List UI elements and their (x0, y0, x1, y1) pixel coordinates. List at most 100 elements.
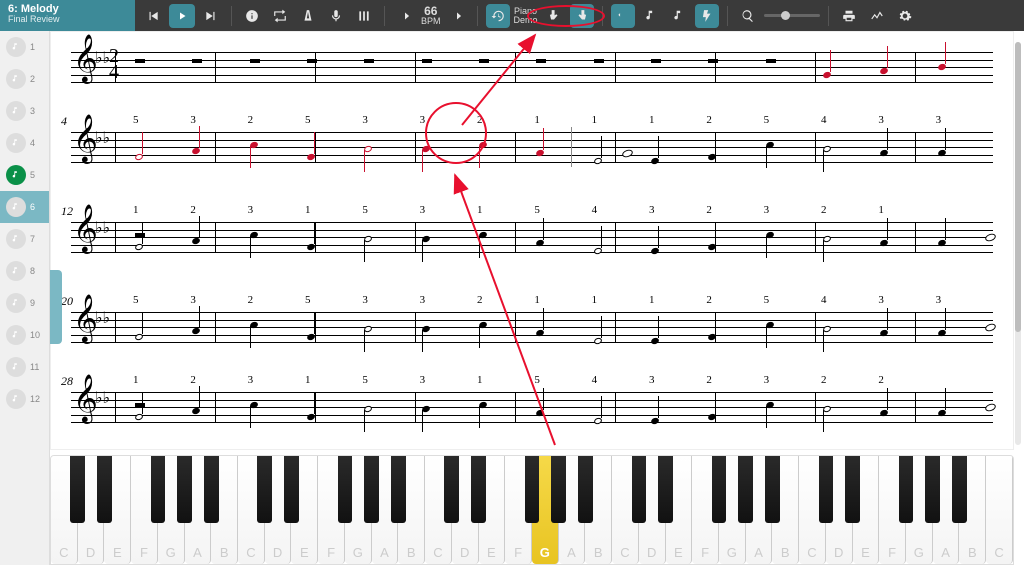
fingering: 3 (362, 114, 368, 126)
fingering: 2 (821, 204, 827, 216)
fingering: 3 (190, 294, 196, 306)
page-thumb-2[interactable]: 2 (0, 63, 49, 95)
next-button[interactable] (199, 4, 223, 28)
bpm-display[interactable]: 66 BPM (421, 5, 441, 26)
fingering: 2 (190, 374, 196, 386)
black-key-11[interactable] (364, 456, 379, 523)
black-key-26[interactable] (765, 456, 780, 523)
fingering: 3 (649, 204, 655, 216)
black-key-25[interactable] (738, 456, 753, 523)
page-thumb-7[interactable]: 7 (0, 223, 49, 255)
page-thumb-9[interactable]: 9 (0, 287, 49, 319)
fingering: 3 (649, 374, 655, 386)
score-area[interactable]: 𝄞♭♭24𝄞♭♭4532533211125433𝄞♭♭1212315315432… (50, 31, 1014, 450)
fingering: 4 (592, 374, 598, 386)
black-key-28[interactable] (819, 456, 834, 523)
mixer-button[interactable] (352, 4, 376, 28)
page-thumb-1[interactable]: 1 (0, 31, 49, 63)
black-key-29[interactable] (845, 456, 860, 523)
black-key-10[interactable] (338, 456, 353, 523)
fingering: 5 (305, 114, 311, 126)
piano-demo-button[interactable]: Piano Demo (514, 7, 538, 25)
black-key-7[interactable] (257, 456, 272, 523)
fingering: 1 (477, 374, 483, 386)
black-key-31[interactable] (899, 456, 914, 523)
bpm-label: BPM (421, 17, 441, 26)
page-thumb-5[interactable]: 5 (0, 159, 49, 191)
tempo-up-button[interactable] (445, 4, 469, 28)
fingering: 5 (764, 294, 770, 306)
black-key-8[interactable] (284, 456, 299, 523)
black-key-22[interactable] (658, 456, 673, 523)
page-thumb-12[interactable]: 12 (0, 383, 49, 415)
black-key-19[interactable] (578, 456, 593, 523)
page-thumb-10[interactable]: 10 (0, 319, 49, 351)
black-key-12[interactable] (391, 456, 406, 523)
play-button[interactable] (169, 4, 195, 28)
fingering: 2 (248, 114, 254, 126)
analytics-button[interactable] (865, 4, 889, 28)
fingering: 3 (248, 204, 254, 216)
prev-button[interactable] (141, 4, 165, 28)
page-thumb-6[interactable]: 6 (0, 191, 49, 223)
tempo-down-button[interactable] (393, 4, 417, 28)
fingering: 3 (878, 114, 884, 126)
fingering: 1 (133, 374, 139, 386)
metronome-button[interactable] (296, 4, 320, 28)
fingering: 5 (362, 374, 368, 386)
top-toolbar: 6: Melody Final Review 66 BPM Piano Demo (0, 0, 1024, 31)
black-key-21[interactable] (632, 456, 647, 523)
fingering: 5 (764, 114, 770, 126)
fingering: 1 (534, 114, 540, 126)
eighth-note-2-icon[interactable] (667, 4, 691, 28)
fingering: 2 (248, 294, 254, 306)
sidebar-expand-handle[interactable] (50, 270, 62, 344)
view-mode-1-button[interactable] (611, 4, 635, 28)
black-key-14[interactable] (444, 456, 459, 523)
fingering: 3 (420, 374, 426, 386)
fingering: 3 (420, 294, 426, 306)
fingering: 3 (420, 204, 426, 216)
score-scrollbar[interactable] (1015, 42, 1021, 445)
flash-button[interactable] (695, 4, 719, 28)
page-thumb-8[interactable]: 8 (0, 255, 49, 287)
zoom-icon[interactable] (736, 4, 760, 28)
fingering: 3 (248, 374, 254, 386)
bar-number: 20 (61, 294, 73, 309)
info-button[interactable] (240, 4, 264, 28)
black-key-18[interactable] (551, 456, 566, 523)
black-key-5[interactable] (204, 456, 219, 523)
fingering: 3 (190, 114, 196, 126)
page-thumb-11[interactable]: 11 (0, 351, 49, 383)
black-key-17[interactable] (525, 456, 540, 523)
mic-button[interactable] (324, 4, 348, 28)
right-hand-button[interactable] (570, 4, 594, 28)
fingering: 3 (936, 114, 942, 126)
white-key-35[interactable]: C (986, 456, 1013, 564)
black-key-0[interactable] (70, 456, 85, 523)
page-thumbnail-strip: 123456789101112 (0, 31, 50, 565)
zoom-slider[interactable] (764, 14, 820, 17)
piano-keyboard: CDEFGABCDEFGABCDEFGABCDEFGABCDEFGABC (50, 455, 1014, 565)
loop-button[interactable] (268, 4, 292, 28)
page-thumb-3[interactable]: 3 (0, 95, 49, 127)
fingering: 4 (592, 204, 598, 216)
black-key-24[interactable] (712, 456, 727, 523)
page-thumb-4[interactable]: 4 (0, 127, 49, 159)
settings-button[interactable] (893, 4, 917, 28)
black-key-32[interactable] (925, 456, 940, 523)
eighth-note-1-icon[interactable] (639, 4, 663, 28)
scrollbar-thumb[interactable] (1015, 42, 1021, 332)
black-key-33[interactable] (952, 456, 967, 523)
print-button[interactable] (837, 4, 861, 28)
fingering: 1 (534, 294, 540, 306)
fingering: 3 (764, 204, 770, 216)
black-key-3[interactable] (151, 456, 166, 523)
history-button[interactable] (486, 4, 510, 28)
fingering: 5 (534, 374, 540, 386)
left-hand-button[interactable] (542, 4, 566, 28)
black-key-4[interactable] (177, 456, 192, 523)
black-key-15[interactable] (471, 456, 486, 523)
fingering: 2 (706, 294, 712, 306)
black-key-1[interactable] (97, 456, 112, 523)
